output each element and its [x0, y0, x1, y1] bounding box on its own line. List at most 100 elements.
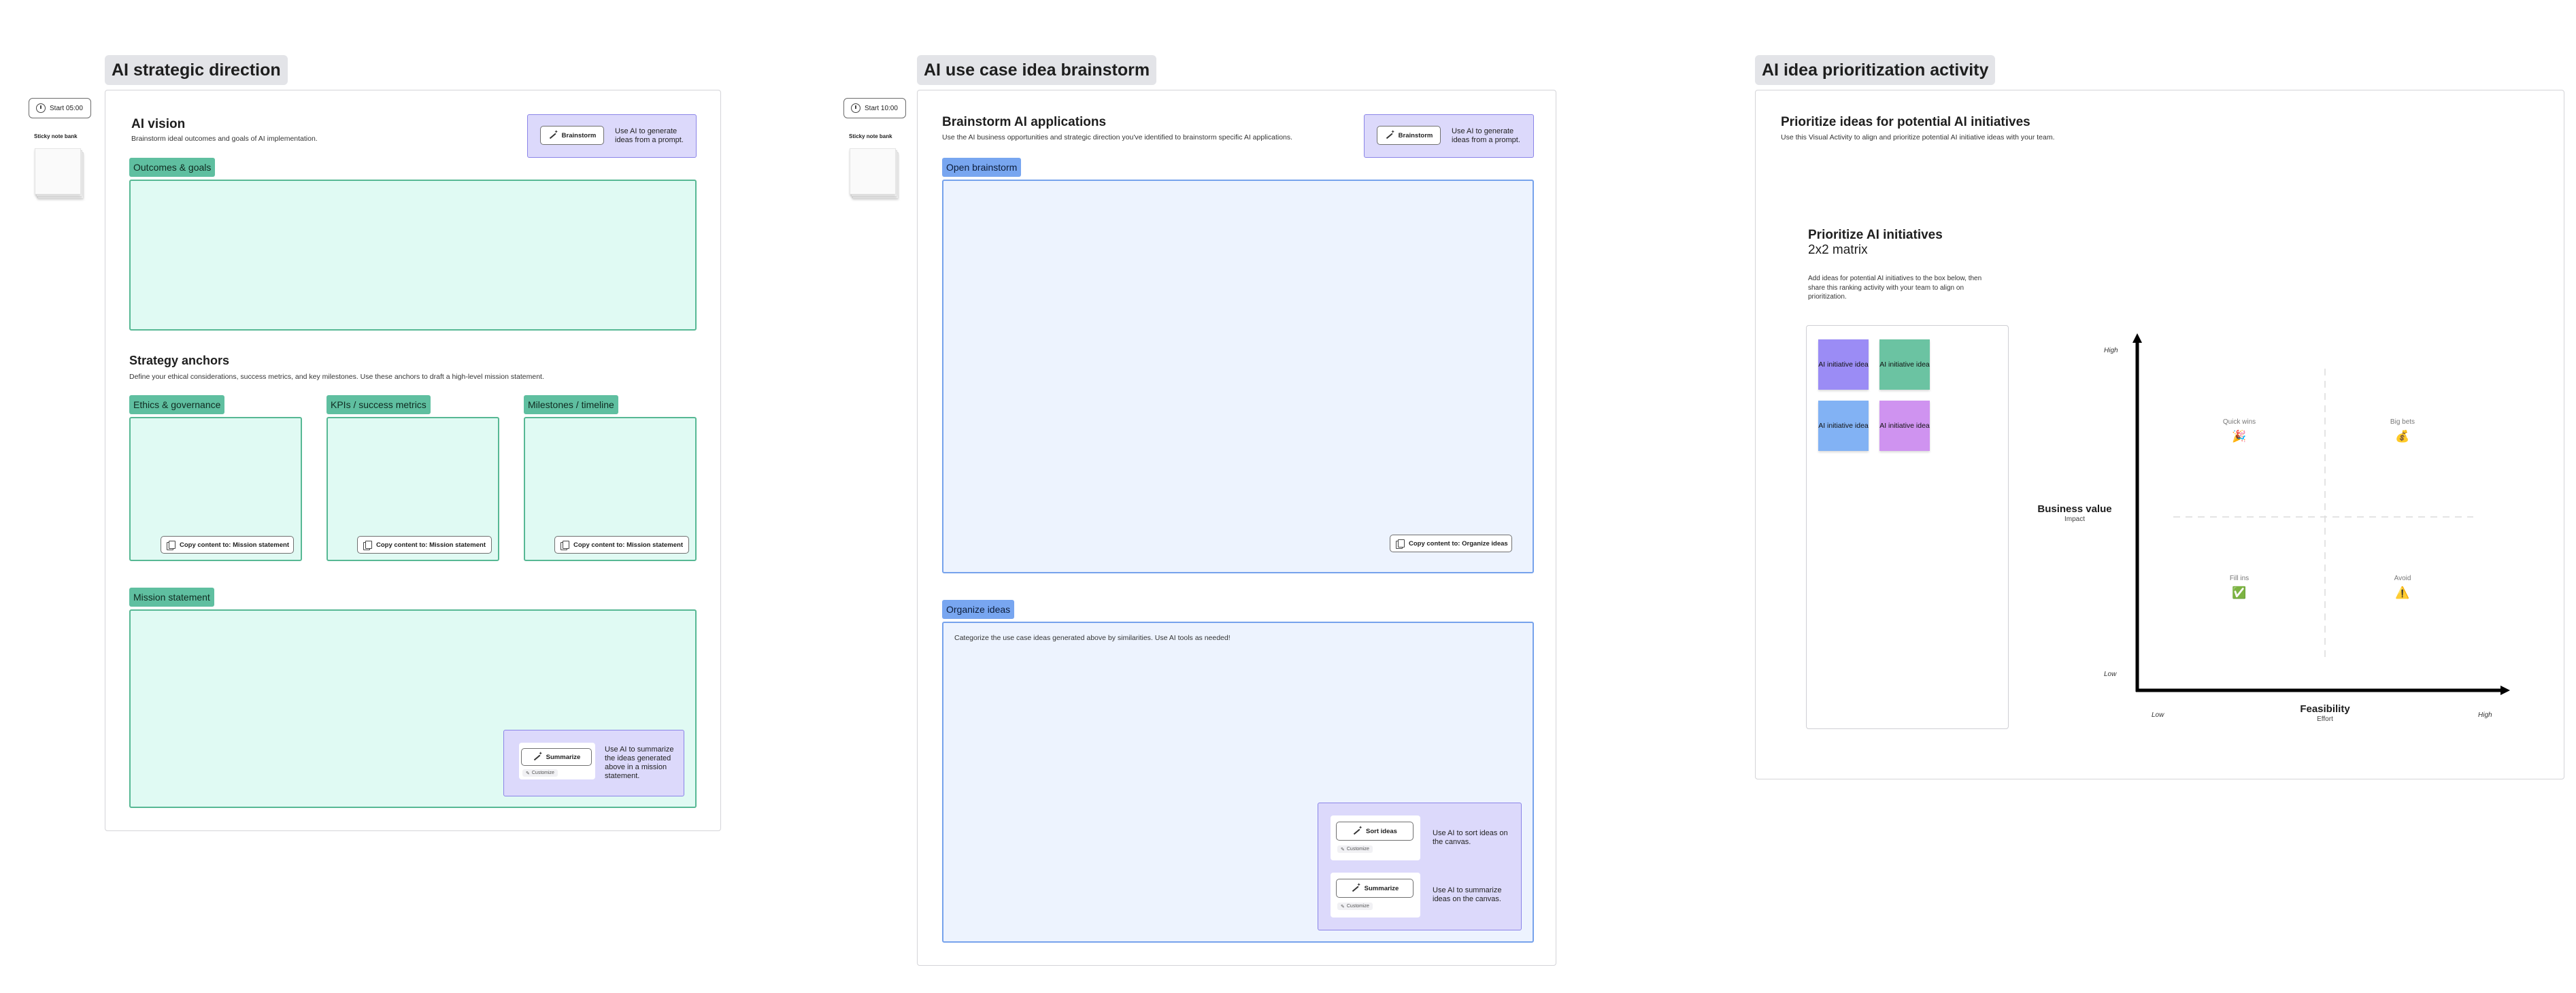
- customize-label: Customize: [531, 771, 554, 775]
- magic-wand-icon: [1385, 129, 1395, 139]
- outcomes-goals-zone[interactable]: [129, 180, 697, 331]
- matrix-axes: [2132, 333, 2510, 695]
- magic-wand-icon: [548, 129, 558, 139]
- copy-button-label: Copy content to: Mission statement: [180, 541, 289, 549]
- x-axis-title: Feasibility: [2300, 703, 2350, 715]
- x-axis-high-label: High: [2478, 711, 2492, 719]
- ai-summarize-text: Use AI to summarize the ideas generated …: [605, 745, 674, 780]
- summarize-button[interactable]: Summarize: [521, 748, 592, 766]
- ai-brainstorm-text: Use AI to generate ideas from a prompt.: [615, 127, 684, 144]
- copy-to-mission-button-3[interactable]: Copy content to: Mission statement: [554, 536, 689, 554]
- ethics-governance-tag: Ethics & governance: [129, 395, 225, 414]
- quadrant-quick-wins-label: Quick wins: [2222, 418, 2256, 426]
- timer-button-2[interactable]: Start 10:00: [843, 98, 906, 118]
- customize-button[interactable]: ✎ Customize: [522, 769, 558, 777]
- summarize-button-label: Summarize: [546, 753, 581, 761]
- ai-brainstorm-widget: Brainstorm Use AI to generate ideas from…: [527, 114, 697, 158]
- magic-wand-icon: [1351, 882, 1361, 892]
- organize-ideas-tag: Organize ideas: [942, 600, 1015, 619]
- strategy-anchors-heading: Strategy anchors: [129, 354, 230, 367]
- brainstorm-button-label: Brainstorm: [561, 131, 597, 139]
- ai-brainstorm-widget-2: Brainstorm Use AI to generate ideas from…: [1364, 114, 1534, 158]
- warning-icon: ⚠️: [2395, 586, 2410, 599]
- idea-sticky-4[interactable]: AI initiative idea: [1879, 401, 1930, 451]
- magic-wand-icon: [1352, 825, 1362, 835]
- matrix-title: Prioritize AI initiatives: [1808, 228, 1943, 242]
- y-axis-subtitle: Impact: [2064, 516, 2085, 523]
- customize-button-summarize[interactable]: ✎ Customize: [1337, 903, 1373, 910]
- quadrant-avoid-label: Avoid: [2394, 575, 2411, 582]
- quadrant-big-bets-label: Big bets: [2390, 418, 2415, 426]
- ai-organize-widget: Sort ideas ✎Customize Use AI to sort ide…: [1318, 803, 1522, 930]
- outcomes-goals-tag: Outcomes & goals: [129, 158, 216, 177]
- x-axis-arrow: [2500, 686, 2510, 695]
- copy-button-label: Copy content to: Mission statement: [573, 541, 683, 549]
- y-axis-title: Business value: [2037, 503, 2112, 515]
- idea-sticky-3[interactable]: AI initiative idea: [1818, 401, 1869, 451]
- timer-icon: [851, 103, 860, 113]
- prioritize-ideas-heading: Prioritize ideas for potential AI initia…: [1781, 115, 2030, 129]
- summarize-ideas-button[interactable]: Summarize: [1336, 879, 1414, 898]
- quadrant-fill-ins-label: Fill ins: [2229, 575, 2249, 582]
- timer-button[interactable]: Start 05:00: [29, 98, 91, 118]
- ai-vision-heading: AI vision: [131, 117, 186, 131]
- copy-button-label: Copy content to: Mission statement: [376, 541, 486, 549]
- customize-icon: ✎: [1341, 847, 1345, 852]
- milestones-timeline-tag: Milestones / timeline: [524, 395, 618, 414]
- x-axis-low-label: Low: [2152, 711, 2164, 719]
- ai-brainstorm-text: Use AI to generate ideas from a prompt.: [1452, 127, 1520, 144]
- party-popper-icon: 🎉: [2232, 430, 2247, 443]
- check-mark-icon: ✅: [2232, 586, 2247, 599]
- x-axis-subtitle: Effort: [2317, 716, 2333, 723]
- section-title-prioritization: AI idea prioritization activity: [1755, 55, 1996, 85]
- section-title-strategic-direction: AI strategic direction: [105, 55, 288, 85]
- y-axis-high-label: High: [2104, 347, 2118, 354]
- open-brainstorm-tag: Open brainstorm: [942, 158, 1022, 177]
- matrix-subtitle: 2x2 matrix: [1808, 243, 1868, 257]
- customize-icon: ✎: [526, 771, 530, 776]
- ai-summarize-ideas-text: Use AI to summarize ideas on the canvas.: [1433, 886, 1502, 903]
- mission-statement-tag: Mission statement: [129, 588, 214, 607]
- copy-button-label: Copy content to: Organize ideas: [1409, 539, 1508, 548]
- timer-label: Start 10:00: [865, 104, 898, 112]
- idea-sticky-1[interactable]: AI initiative idea: [1818, 339, 1869, 390]
- copy-icon: [1396, 539, 1405, 549]
- copy-icon: [167, 541, 175, 550]
- copy-icon: [363, 541, 372, 550]
- prioritize-ideas-description: Use this Visual Activity to align and pr…: [1781, 133, 2055, 141]
- sticky-note-bank-2[interactable]: [850, 148, 899, 199]
- timer-icon: [36, 103, 46, 113]
- copy-icon: [561, 541, 569, 550]
- matrix-description: Add ideas for potential AI initiatives t…: [1808, 275, 1982, 301]
- customize-label: Customize: [1346, 904, 1369, 909]
- copy-to-mission-button-2[interactable]: Copy content to: Mission statement: [357, 536, 492, 554]
- y-axis-arrow: [2132, 333, 2142, 343]
- timer-label: Start 05:00: [50, 104, 83, 112]
- sort-ideas-button-label: Sort ideas: [1366, 827, 1397, 835]
- sticky-note-bank-label: Sticky note bank: [34, 133, 78, 139]
- copy-to-organize-button[interactable]: Copy content to: Organize ideas: [1390, 535, 1512, 552]
- open-brainstorm-zone[interactable]: [942, 180, 1534, 573]
- sticky-note-bank-label-2: Sticky note bank: [849, 133, 892, 139]
- brainstorm-button-2[interactable]: Brainstorm: [1377, 126, 1441, 145]
- organize-ideas-description: Categorize the use case ideas generated …: [954, 634, 1231, 642]
- customize-icon: ✎: [1341, 904, 1345, 909]
- customize-button-sort[interactable]: ✎ Customize: [1337, 845, 1373, 853]
- money-bag-icon: 💰: [2395, 430, 2410, 443]
- sticky-note-bank[interactable]: [35, 148, 84, 199]
- section-title-use-case-brainstorm: AI use case idea brainstorm: [917, 55, 1157, 85]
- brainstorm-ai-applications-description: Use the AI business opportunities and st…: [942, 133, 1293, 141]
- idea-sticky-2[interactable]: AI initiative idea: [1879, 339, 1930, 390]
- summarize-ideas-button-label: Summarize: [1364, 884, 1399, 892]
- ai-vision-description: Brainstorm ideal outcomes and goals of A…: [131, 135, 318, 143]
- brainstorm-ai-applications-heading: Brainstorm AI applications: [942, 115, 1107, 129]
- kpis-success-metrics-tag: KPIs / success metrics: [327, 395, 431, 414]
- customize-label: Customize: [1346, 847, 1369, 852]
- brainstorm-button[interactable]: Brainstorm: [540, 126, 604, 145]
- y-axis-low-label: Low: [2104, 671, 2117, 678]
- copy-to-mission-button-1[interactable]: Copy content to: Mission statement: [161, 536, 294, 554]
- sort-ideas-button[interactable]: Sort ideas: [1336, 822, 1414, 841]
- brainstorm-button-label: Brainstorm: [1398, 131, 1433, 139]
- ai-sort-text: Use AI to sort ideas on the canvas.: [1433, 829, 1508, 846]
- ai-summarize-widget: Summarize ✎Customize Use AI to summarize…: [503, 730, 684, 796]
